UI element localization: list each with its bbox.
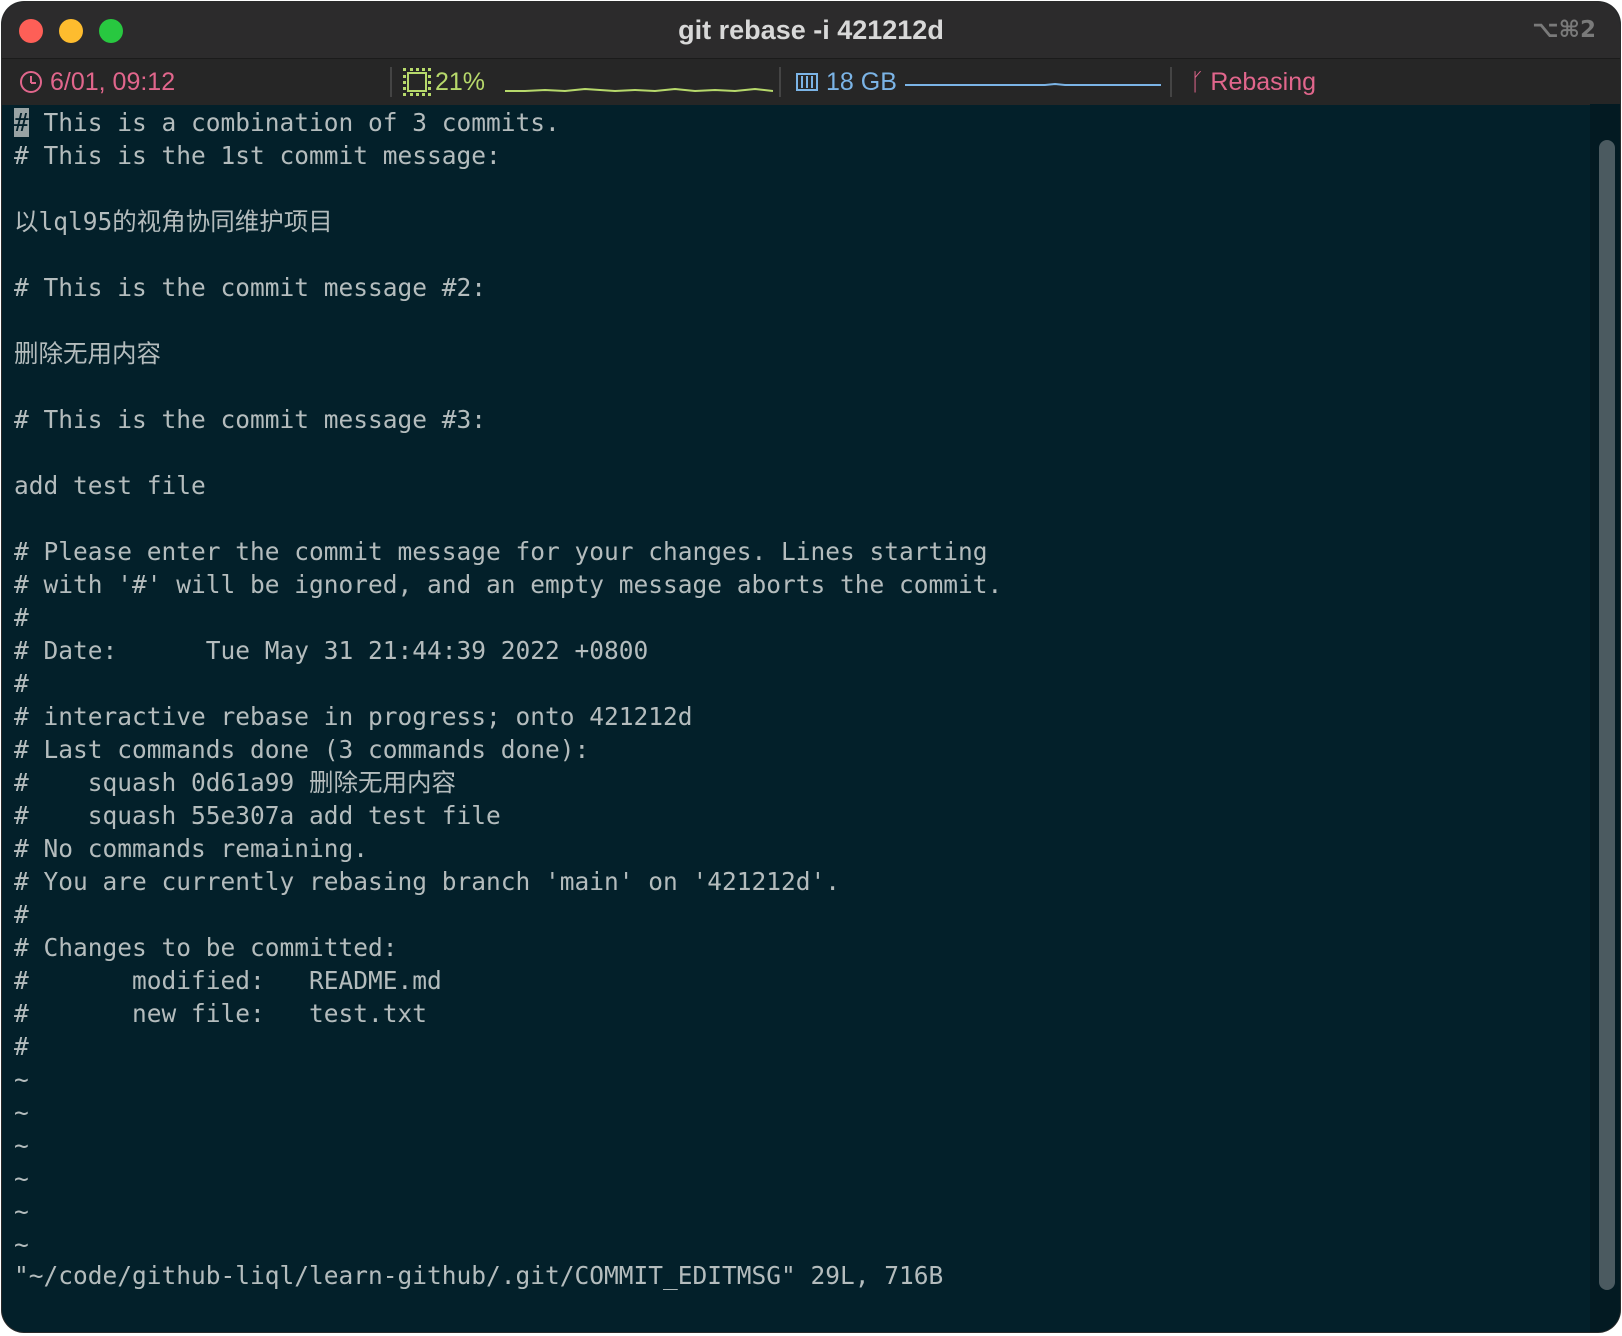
terminal-window: git rebase -i 421212d ⌥⌘2 6/01, 09:12 21… — [2, 2, 1620, 1332]
editor-line: # This is the 1st commit message: — [14, 141, 501, 170]
editor-line: # squash 0d61a99 删除无用内容 — [14, 768, 457, 797]
editor-line: # This is the commit message #3: — [14, 405, 487, 434]
editor-line: add test file — [14, 471, 206, 500]
editor-line: # interactive rebase in progress; onto 4… — [14, 702, 693, 731]
vim-cursor: # — [14, 108, 29, 137]
editor-line: # This is the commit message #2: — [14, 273, 487, 302]
cpu-text: 21% — [435, 68, 486, 96]
git-segment: ᚴ Rebasing — [1190, 59, 1316, 105]
cpu-segment: 21% — [403, 59, 486, 105]
memory-segment: 18 GB — [796, 59, 897, 105]
cpu-sparkline — [505, 87, 773, 93]
datetime-segment: 6/01, 09:12 — [20, 59, 175, 105]
editor-line: 以lql95的视角协同维护项目 — [14, 207, 333, 236]
editor-line: # squash 55e307a add test file — [14, 801, 501, 830]
editor-line: # — [14, 603, 29, 632]
editor-line: # with '#' will be ignored, and an empty… — [14, 570, 1003, 599]
title-bar: git rebase -i 421212d ⌥⌘2 — [2, 2, 1620, 58]
editor-line: # Date: Tue May 31 21:44:39 2022 +0800 — [14, 636, 649, 665]
status-bar: 6/01, 09:12 21% 18 GB ᚴ Rebasing — [2, 58, 1620, 105]
editor-line: # modified: README.md — [14, 966, 442, 995]
memory-text: 18 GB — [826, 68, 897, 96]
git-status-text: Rebasing — [1210, 68, 1317, 96]
empty-line-tilde: ~ — [14, 1131, 29, 1160]
empty-line-tilde: ~ — [14, 1164, 29, 1193]
clock-icon — [20, 71, 42, 93]
editor-line: # No commands remaining. — [14, 834, 369, 863]
git-branch-icon: ᚴ — [1190, 68, 1205, 96]
editor-line: # — [14, 669, 29, 698]
editor-line-1: # This is a combination of 3 commits. — [14, 108, 560, 137]
empty-line-tilde: ~ — [14, 1230, 29, 1259]
cpu-icon — [403, 68, 431, 96]
empty-line-tilde: ~ — [14, 1098, 29, 1127]
vim-editor[interactable]: # This is a combination of 3 commits. # … — [2, 104, 1592, 1332]
divider — [1170, 67, 1172, 97]
memory-sparkline — [905, 82, 1161, 86]
editor-line: # Last commands done (3 commands done): — [14, 735, 590, 764]
editor-line: # You are currently rebasing branch 'mai… — [14, 867, 841, 896]
window-shortcut: ⌥⌘2 — [1532, 17, 1596, 43]
vim-status-line: "~/code/github-liql/learn-github/.git/CO… — [14, 1261, 944, 1290]
empty-line-tilde: ~ — [14, 1065, 29, 1094]
scrollbar-thumb[interactable] — [1599, 140, 1615, 1290]
editor-line: 删除无用内容 — [14, 339, 161, 368]
editor-line: # — [14, 900, 29, 929]
empty-line-tilde: ~ — [14, 1197, 29, 1226]
editor-line: # Changes to be committed: — [14, 933, 398, 962]
datetime-text: 6/01, 09:12 — [50, 68, 176, 96]
divider — [779, 67, 781, 97]
editor-line: # new file: test.txt — [14, 999, 428, 1028]
editor-line: # — [14, 1032, 29, 1061]
window-title: git rebase -i 421212d — [678, 15, 944, 45]
editor-line: # Please enter the commit message for yo… — [14, 537, 988, 566]
divider — [390, 67, 392, 97]
memory-icon — [796, 73, 818, 91]
